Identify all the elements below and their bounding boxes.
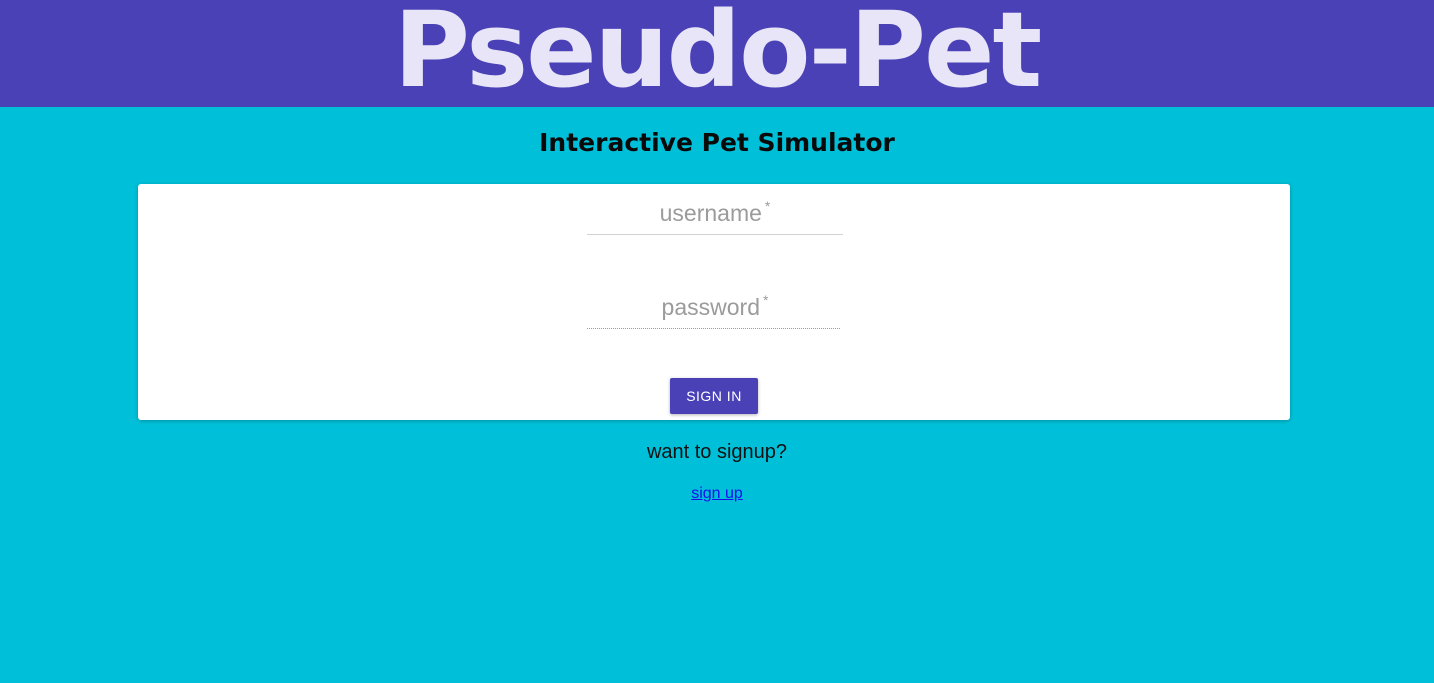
password-field[interactable]: password * xyxy=(587,291,847,333)
signup-prompt: want to signup? xyxy=(646,441,788,463)
sign-up-link[interactable]: sign up xyxy=(691,485,743,502)
brand-logo-text: Pseudo-Pet xyxy=(393,0,1042,111)
sign-in-button[interactable]: SIGN IN xyxy=(670,378,758,414)
password-underline xyxy=(587,328,840,329)
username-underline xyxy=(587,234,843,235)
username-field[interactable]: username * xyxy=(587,197,847,239)
page-subtitle: Interactive Pet Simulator xyxy=(539,128,895,157)
signup-link-container: sign up xyxy=(0,485,1434,503)
password-input[interactable] xyxy=(587,291,847,333)
app-header: Pseudo-Pet xyxy=(0,0,1434,107)
username-input[interactable] xyxy=(587,197,847,239)
